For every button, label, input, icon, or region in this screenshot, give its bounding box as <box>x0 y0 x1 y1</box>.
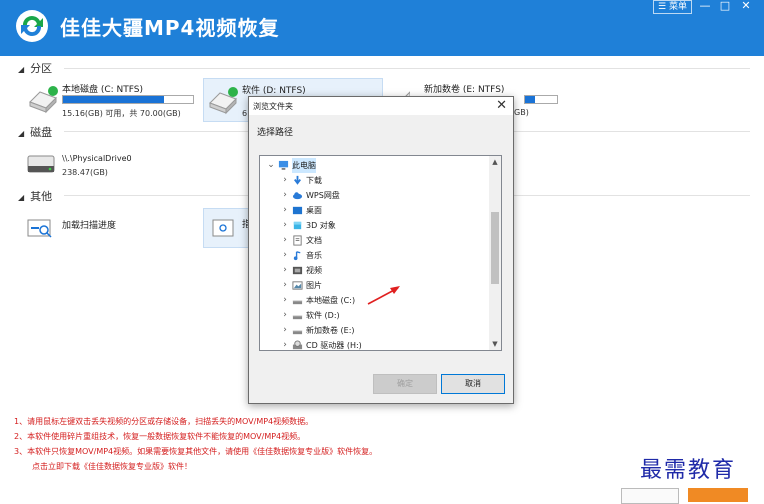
other-selected-card[interactable]: 指 <box>203 208 251 248</box>
red-arrow-annotation <box>367 286 400 305</box>
folder-tree[interactable]: ⌄ 此电脑 › 下载 › WPS网盘 › 桌面 › 3D 对象 › 文档 › 音乐 › 视频 › 图片 › 本地磁盘 … <box>259 155 502 351</box>
load-scan-progress-label: 加载扫描进度 <box>62 221 117 231</box>
browse-folder-dialog: 浏览文件夹 ✕ 选择路径 ⌄ 此电脑 › 下载 › WPS网盘 › 桌面 › 3D 对象 › 文档 › 音… <box>248 96 514 404</box>
drive-c-usage-fill <box>63 96 165 103</box>
dialog-prompt: 选择路径 <box>257 128 294 138</box>
load-scan-progress-card[interactable]: 加载扫描进度 <box>22 212 192 246</box>
drive-e-name: 新加数卷 (E: NTFS) <box>424 85 505 95</box>
collapse-triangle-icon: ◢ <box>18 65 25 74</box>
drive-c-info: 15.16(GB) 可用，共 70.00(GB) <box>62 109 181 118</box>
dialog-title: 浏览文件夹 <box>253 102 293 111</box>
menu-button[interactable]: ☰ 菜单 <box>653 0 692 14</box>
menu-label: 菜单 <box>668 2 687 12</box>
scroll-thumb[interactable] <box>491 212 499 284</box>
physical-drive-name: \\.\PhysicalDrive0 <box>62 154 132 163</box>
section-partitions[interactable]: ◢ 分区 <box>18 60 52 76</box>
instructions-notes: 1、请用鼠标左键双击丢失视频的分区或存储设备，扫描丢失的MOV/MP4视频数据。… <box>14 414 377 474</box>
bottom-primary-button[interactable] <box>688 488 748 502</box>
scroll-up-icon[interactable]: ▲ <box>489 156 501 168</box>
drive-c-name: 本地磁盘 (C: NTFS) <box>62 85 144 95</box>
physical-drive-card[interactable]: \\.\PhysicalDrive0 238.47(GB) <box>22 150 192 182</box>
dialog-title-bar: 浏览文件夹 ✕ <box>249 97 513 115</box>
divider <box>64 68 750 69</box>
disk-icon <box>27 155 55 173</box>
dialog-close-icon[interactable]: ✕ <box>496 98 507 113</box>
load-progress-icon <box>27 219 52 238</box>
minimize-icon[interactable]: — <box>697 0 713 14</box>
cancel-button[interactable]: 取消 <box>441 374 505 394</box>
watermark-text: 最需教育 <box>640 458 737 483</box>
ok-button[interactable]: 确定 <box>373 374 437 394</box>
title-bar: 佳佳大疆MP4视频恢复 ☰ 菜单 — □ ✕ <box>0 0 764 56</box>
bottom-left-button[interactable] <box>621 488 679 504</box>
section-disks[interactable]: ◢ 磁盘 <box>18 124 52 140</box>
note-2: 2、本软件使用碎片重组技术，恢复一般数据恢复软件不能恢复的MOV/MP4视频。 <box>14 432 306 441</box>
section-partitions-label: 分区 <box>30 62 53 75</box>
scan-icon <box>212 219 234 237</box>
drive-d-info: 6 <box>242 109 248 118</box>
drive-d-name: 软件 (D: NTFS) <box>242 86 306 96</box>
physical-drive-info: 238.47(GB) <box>62 168 108 177</box>
scroll-down-icon[interactable]: ▼ <box>489 338 501 350</box>
section-others[interactable]: ◢ 其他 <box>18 188 52 204</box>
app-title: 佳佳大疆MP4视频恢复 <box>60 16 280 40</box>
drive-e-usage-bar <box>524 95 558 104</box>
drive-c-usage-bar <box>62 95 194 104</box>
maximize-icon[interactable]: □ <box>717 0 733 14</box>
section-disks-label: 磁盘 <box>30 126 53 139</box>
note-download-link[interactable]: 点击立即下载《佳佳数据恢复专业版》软件！ <box>14 459 377 474</box>
app-logo-icon <box>16 10 48 42</box>
note-3: 3、本软件只恢复MOV/MP4视频。如果需要恢复其他文件，请使用《佳佳数据恢复专… <box>14 447 378 456</box>
drive-e-info: GB) <box>514 108 529 117</box>
note-1: 1、请用鼠标左键双击丢失视频的分区或存储设备，扫描丢失的MOV/MP4视频数据。 <box>14 417 314 426</box>
drive-c-card[interactable]: 本地磁盘 (C: NTFS) 15.16(GB) 可用，共 70.00(GB) <box>22 78 194 120</box>
hard-drive-icon <box>29 86 58 114</box>
collapse-triangle-icon: ◢ <box>18 129 25 138</box>
close-icon[interactable]: ✕ <box>738 0 754 14</box>
drive-e-usage-fill <box>525 96 535 103</box>
tree-scrollbar[interactable]: ▲ ▼ <box>489 156 501 350</box>
menu-icon: ☰ <box>658 2 667 12</box>
collapse-triangle-icon: ◢ <box>18 193 25 202</box>
section-others-label: 其他 <box>30 190 53 203</box>
hard-drive-icon <box>209 87 238 115</box>
